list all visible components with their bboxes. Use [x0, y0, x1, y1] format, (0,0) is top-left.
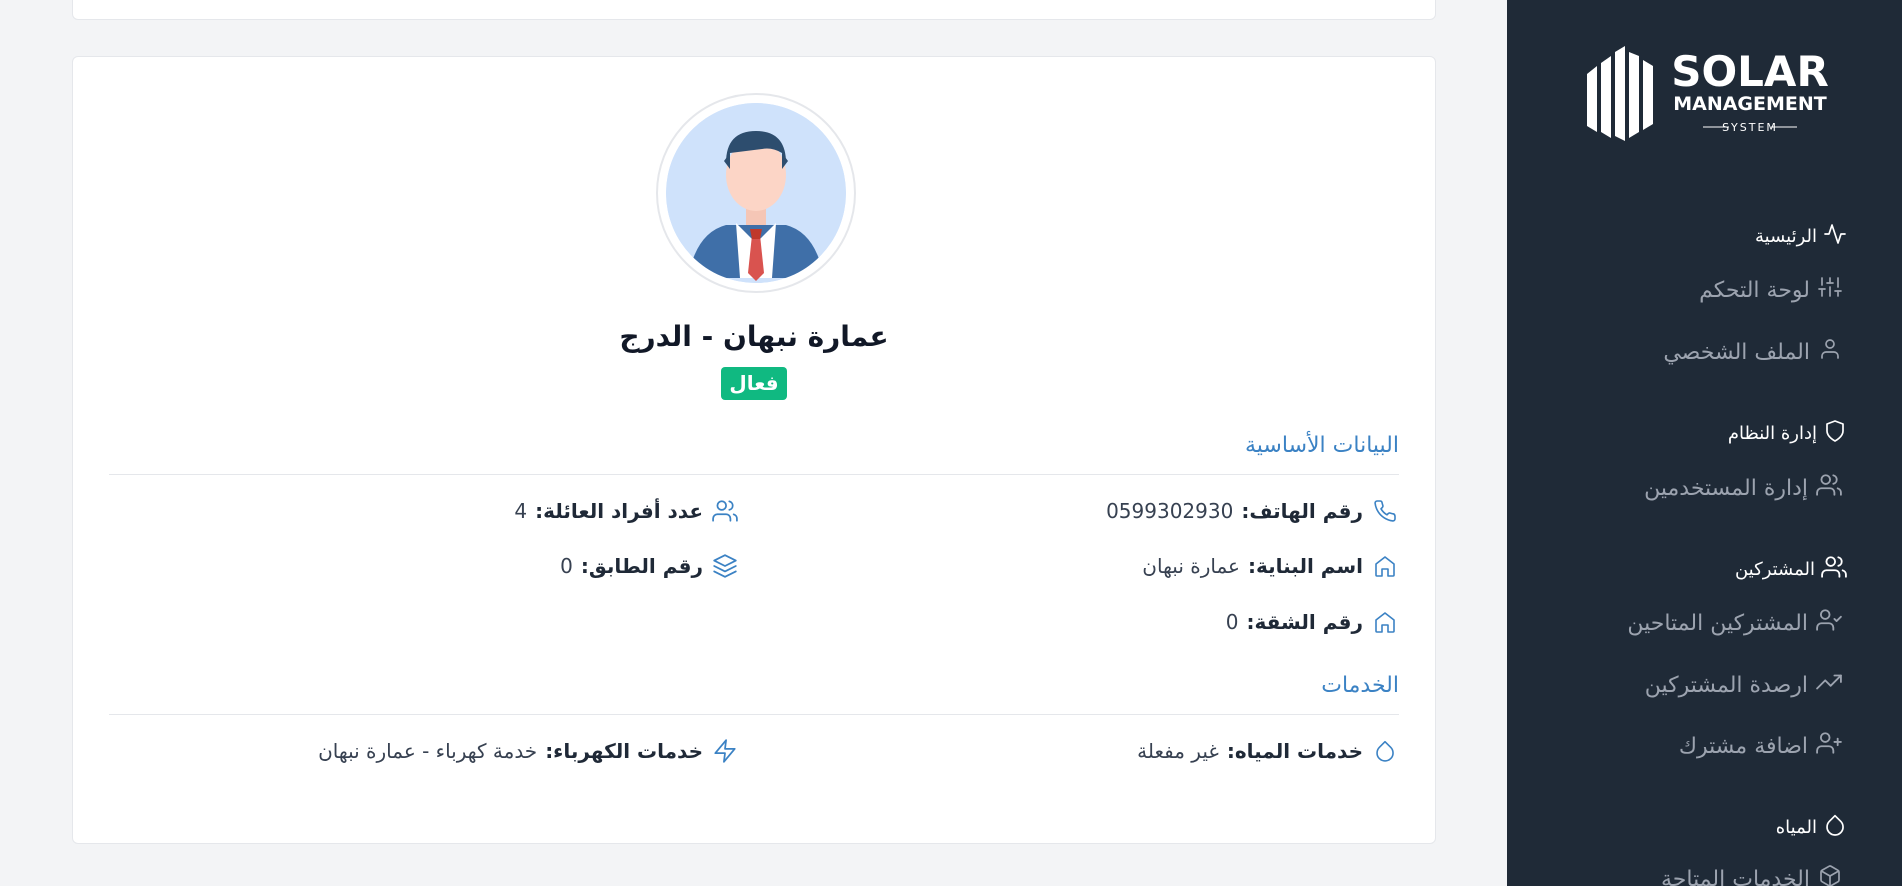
nav-section-label: إدارة النظام: [1727, 423, 1817, 444]
floor-label: رقم الطابق:: [580, 554, 703, 578]
avatar: [656, 93, 856, 293]
nav-item-label: المشتركين المتاحين: [1627, 610, 1808, 636]
nav-item-available-services[interactable]: الخدمات المتاحة: [1661, 864, 1842, 886]
phone-field: رقم الهاتف: 0599302930: [1106, 497, 1399, 525]
profile-card: عمارة نبهان - الدرج فعال البيانات الأساس…: [72, 56, 1436, 844]
nav-item-label: لوحة التحكم: [1699, 277, 1810, 303]
nav-section-subscribers: المشتركين: [1735, 554, 1847, 585]
nav-item-add-subscriber[interactable]: اضافة مشترك: [1679, 730, 1842, 762]
avatar-image: [666, 103, 846, 283]
nav-item-label: الخدمات المتاحة: [1660, 866, 1810, 886]
profile-name: عمارة نبهان - الدرج: [619, 320, 889, 353]
family-field: عدد أفراد العائلة: 4: [514, 497, 739, 525]
apartment-field: رقم الشقة: 0: [1226, 608, 1399, 636]
basic-info-title: البيانات الأساسية: [1245, 433, 1399, 458]
phone-value: 0599302930: [1106, 499, 1234, 523]
floor-value: 0: [560, 554, 573, 578]
divider: [109, 474, 1399, 475]
home-icon: [1371, 552, 1399, 580]
apartment-label: رقم الشقة:: [1246, 610, 1364, 634]
nav-item-available-subscribers[interactable]: المشتركين المتاحين: [1627, 607, 1842, 639]
nav-item-dashboard[interactable]: لوحة التحكم: [1699, 275, 1842, 305]
building-value: عمارة نبهان: [1142, 554, 1240, 578]
water-service-field: خدمات المياه: غير مفعلة: [1137, 737, 1399, 765]
phone-label: رقم الهاتف:: [1241, 499, 1363, 523]
trending-up-icon: [1816, 669, 1842, 701]
nav-section-label: المياه: [1775, 817, 1817, 838]
droplet-icon: [1371, 737, 1399, 765]
sidebar: SOLAR MANAGEMENT SYSTEM الرئيسية لوحة ال…: [1507, 0, 1902, 886]
users-icon: [1821, 554, 1847, 585]
users-icon: [711, 497, 739, 525]
user-check-icon: [1816, 607, 1842, 639]
nav-item-users[interactable]: إدارة المستخدمين: [1644, 472, 1842, 504]
divider: [109, 714, 1399, 715]
building-field: اسم البناية: عمارة نبهان: [1142, 552, 1399, 580]
nav-item-label: ارصدة المشتركين: [1644, 672, 1808, 698]
droplet-icon: [1823, 813, 1847, 842]
nav-item-subscriber-balances[interactable]: ارصدة المشتركين: [1645, 669, 1842, 701]
user-plus-icon: [1816, 730, 1842, 762]
electric-value: خدمة كهرباء - عمارة نبهان: [318, 739, 538, 763]
nav-section-system: إدارة النظام: [1728, 419, 1847, 448]
phone-icon: [1371, 497, 1399, 525]
electric-label: خدمات الكهرباء:: [545, 739, 703, 763]
zap-icon: [711, 737, 739, 765]
nav-section-label: الرئيسية: [1755, 226, 1817, 247]
floor-field: رقم الطابق: 0: [560, 552, 739, 580]
nav-section-label: المشتركين: [1734, 559, 1815, 580]
water-label: خدمات المياه:: [1226, 739, 1363, 763]
layers-icon: [711, 552, 739, 580]
nav-section-home: الرئيسية: [1755, 222, 1847, 251]
logo[interactable]: SOLAR MANAGEMENT SYSTEM: [1587, 46, 1847, 146]
user-icon: [1818, 337, 1842, 367]
logo-line3: SYSTEM: [1722, 121, 1778, 134]
family-label: عدد أفراد العائلة:: [535, 499, 703, 523]
sliders-icon: [1818, 275, 1842, 305]
home-icon: [1371, 608, 1399, 636]
top-card: [72, 0, 1436, 20]
nav-item-label: اضافة مشترك: [1678, 733, 1808, 759]
package-icon: [1818, 864, 1842, 886]
shield-icon: [1823, 419, 1847, 448]
nav-item-label: إدارة المستخدمين: [1644, 475, 1808, 501]
nav-item-profile[interactable]: الملف الشخصي: [1663, 337, 1842, 367]
services-title: الخدمات: [1321, 673, 1399, 698]
water-value: غير مفعلة: [1137, 739, 1219, 763]
logo-line1: SOLAR: [1671, 47, 1829, 96]
building-label: اسم البناية:: [1247, 554, 1363, 578]
electric-service-field: خدمات الكهرباء: خدمة كهرباء - عمارة نبها…: [318, 737, 739, 765]
logo-line2: MANAGEMENT: [1673, 93, 1827, 115]
activity-icon: [1823, 222, 1847, 251]
status-badge: فعال: [721, 367, 787, 400]
family-value: 4: [514, 499, 528, 523]
nav-section-water: المياه: [1776, 813, 1847, 842]
nav-item-label: الملف الشخصي: [1663, 339, 1810, 365]
users-icon: [1816, 472, 1842, 504]
apartment-value: 0: [1225, 610, 1239, 634]
